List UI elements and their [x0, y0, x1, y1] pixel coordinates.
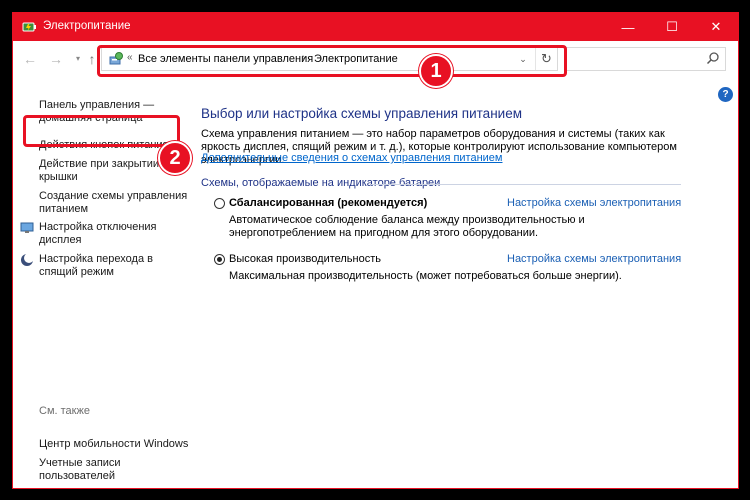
- arrow-left-icon: ←: [23, 51, 37, 67]
- annotation-highlight-power-buttons: [23, 115, 180, 147]
- plan-description-high-performance: Максимальная производительность (может п…: [229, 270, 622, 282]
- power-plan-high-performance: Высокая производительность Настройка схе…: [214, 252, 684, 288]
- maximize-button[interactable]: ☐: [650, 13, 694, 41]
- window-title: Электропитание: [43, 20, 131, 32]
- moon-icon: [21, 253, 34, 266]
- maximize-icon: ☐: [666, 19, 678, 34]
- annotation-highlight-address: [97, 45, 567, 77]
- sidebar-link-create-power-plan[interactable]: Создание схемы управления питанием: [39, 190, 189, 216]
- annotation-badge-2: 2: [158, 141, 192, 175]
- close-button[interactable]: ✕: [694, 13, 738, 41]
- see-also-link-user-accounts[interactable]: Учетные записи пользователей: [39, 457, 189, 483]
- power-options-app-icon: [22, 22, 36, 32]
- radio-high-performance[interactable]: [214, 254, 225, 265]
- group-divider: [371, 184, 681, 185]
- see-also-link-mobility-center[interactable]: Центр мобильности Windows: [39, 438, 189, 451]
- minimize-button[interactable]: —: [606, 13, 650, 41]
- plan-config-link-high-performance[interactable]: Настройка схемы электропитания: [507, 253, 681, 265]
- plan-name-balanced[interactable]: Сбалансированная (рекомендуется): [229, 197, 427, 209]
- see-also-heading: См. также: [39, 405, 90, 417]
- sidebar-link-display-off[interactable]: Настройка отключения дисплея: [39, 221, 189, 247]
- plan-name-high-performance[interactable]: Высокая производительность: [229, 253, 381, 265]
- radio-balanced[interactable]: [214, 198, 225, 209]
- search-box[interactable]: [566, 47, 726, 71]
- more-info-link[interactable]: Дополнительные сведения о схемах управле…: [201, 152, 503, 164]
- back-button[interactable]: ←: [21, 49, 39, 69]
- plans-group-label: Схемы, отображаемые на индикаторе батаре…: [201, 177, 441, 189]
- power-plan-balanced: Сбалансированная (рекомендуется) Настрой…: [214, 196, 684, 244]
- monitor-icon: [20, 222, 34, 233]
- search-icon: [706, 52, 719, 65]
- main-content: Выбор или настройка схемы управления пит…: [201, 79, 721, 488]
- close-icon: ✕: [710, 19, 722, 34]
- sidebar-link-sleep-mode[interactable]: Настройка перехода в спящий режим: [39, 253, 189, 279]
- plan-description-balanced: Автоматическое соблюдение баланса между …: [229, 214, 585, 239]
- chevron-down-icon: ▾: [75, 54, 80, 63]
- forward-button[interactable]: →: [47, 49, 65, 69]
- page-title: Выбор или настройка схемы управления пит…: [201, 106, 522, 121]
- annotation-badge-1: 1: [419, 54, 453, 88]
- arrow-right-icon: →: [49, 51, 63, 67]
- title-bar[interactable]: Электропитание — ☐ ✕: [13, 13, 738, 41]
- plan-config-link-balanced[interactable]: Настройка схемы электропитания: [507, 197, 681, 209]
- arrow-up-icon: ↑: [88, 51, 96, 67]
- power-options-window: Электропитание — ☐ ✕ ← → ▾ ↑ « Все элеме…: [12, 12, 739, 489]
- minimize-icon: —: [621, 19, 635, 35]
